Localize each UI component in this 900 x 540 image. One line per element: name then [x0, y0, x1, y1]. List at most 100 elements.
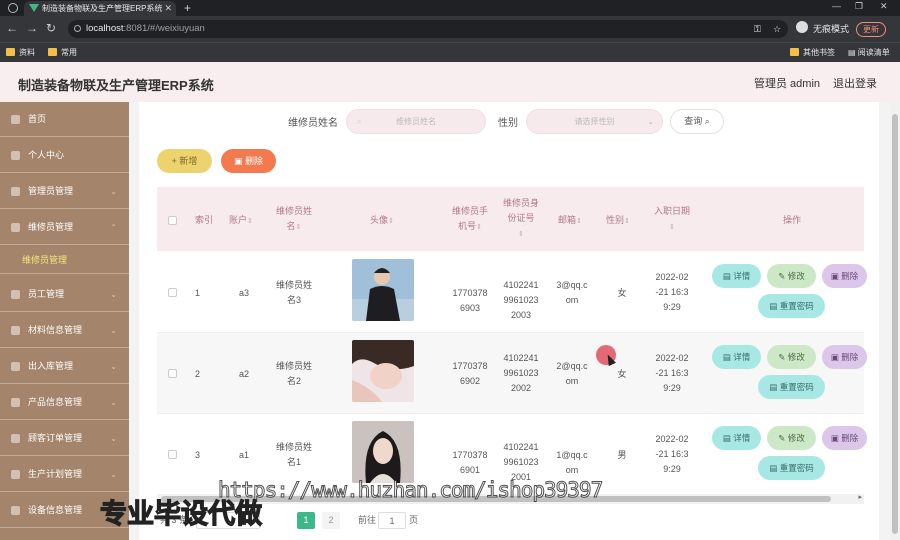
pager-goto-input[interactable]: 1 [378, 512, 406, 529]
sidebar-item-products[interactable]: 产品信息管理 ⌄ [0, 385, 129, 420]
gender-select[interactable]: 请选择性别 ⌄ [526, 109, 663, 134]
sort-icon[interactable]: ⇕ [247, 218, 253, 225]
cell-name: 维修员姓 名1 [269, 440, 319, 470]
row-checkbox[interactable] [168, 369, 177, 378]
cell-idcard: 4102241 9961023 2003 [496, 278, 546, 323]
delete-button[interactable]: ▣ 删除 [822, 426, 867, 450]
new-tab-button[interactable]: + [184, 0, 191, 16]
row-checkbox[interactable] [168, 288, 177, 297]
tab-close-icon[interactable]: ✕ [164, 1, 172, 16]
cell-date: 2022-02 -21 16:3 9:29 [647, 432, 697, 477]
delete-button[interactable]: ▣ 删除 [822, 345, 867, 369]
sidebar-item-profile[interactable]: 个人中心 [0, 138, 129, 173]
vue-logo-icon [29, 4, 39, 12]
bookmark-folder[interactable]: 常用 [48, 47, 77, 58]
cell-email: 1@qq.c om [551, 448, 593, 478]
delete-button[interactable]: ▣ 删除 [822, 264, 867, 288]
sort-icon[interactable]: ⇕ [296, 224, 302, 231]
reset-password-button[interactable]: ▤ 重置密码 [758, 456, 825, 480]
col-idcard[interactable]: 维修员身 份证号 ⇕ [496, 196, 546, 242]
select-all-checkbox[interactable] [168, 216, 177, 225]
edit-button[interactable]: ✎ 修改 [767, 264, 816, 288]
sort-icon[interactable]: ⇕ [669, 224, 675, 231]
pencil-icon: ✎ [778, 352, 788, 362]
page-button-next[interactable]: 2 [322, 512, 340, 529]
window-close-icon[interactable]: ✕ [880, 1, 888, 12]
cell-phone-line1: 1770378 [452, 288, 488, 298]
col-phone[interactable]: 维修员手 机号⇕ [445, 204, 495, 235]
restore-icon[interactable]: ❐ [855, 1, 863, 12]
cell-idcard-line1: 4102241 [503, 280, 539, 290]
logout-link[interactable]: 退出登录 [833, 75, 877, 91]
detail-label: 详情 [733, 433, 751, 443]
col-account[interactable]: 账户⇕ [224, 213, 258, 229]
back-icon[interactable]: ← [6, 21, 18, 35]
cell-date-line2: -21 16:3 [655, 287, 689, 297]
batch-delete-button[interactable]: ▣ 删除 [221, 149, 276, 173]
minimize-icon[interactable]: — [832, 1, 841, 11]
incognito-icon[interactable] [796, 21, 808, 33]
sidebar-item-orders[interactable]: 顾客订单管理 ⌄ [0, 421, 129, 456]
page-vertical-scrollbar[interactable] [890, 102, 900, 540]
query-button[interactable]: 查询 ⌕ [670, 109, 724, 134]
sidebar-item-production[interactable]: 生产计划管理 ⌄ [0, 457, 129, 492]
sidebar-item-staff[interactable]: 员工管理 ⌄ [0, 277, 129, 312]
sort-icon[interactable]: ⇕ [576, 218, 582, 225]
edit-button[interactable]: ✎ 修改 [767, 426, 816, 450]
site-info-icon[interactable] [74, 25, 81, 32]
bookmark-star-icon[interactable]: ☆ [773, 20, 781, 38]
detail-button[interactable]: ▤ 详情 [712, 345, 761, 369]
reload-icon[interactable]: ↻ [46, 21, 56, 35]
trash-icon: ▣ [233, 156, 245, 166]
scroll-right-icon[interactable]: ▸ [858, 493, 862, 501]
browser-tab[interactable]: 制造装备物联及生产管理ERP系统 ✕ [24, 1, 176, 16]
col-gender[interactable]: 性别⇕ [601, 213, 635, 229]
folder-icon [6, 48, 15, 56]
reset-password-button[interactable]: ▤ 重置密码 [758, 294, 825, 318]
sidebar-item-materials[interactable]: 材料信息管理 ⌄ [0, 313, 129, 348]
sidebar-subitem-label: 维修员管理 [22, 255, 68, 265]
detail-button[interactable]: ▤ 详情 [712, 426, 761, 450]
sort-icon[interactable]: ⇕ [388, 218, 394, 225]
detail-button[interactable]: ▤ 详情 [712, 264, 761, 288]
sort-icon[interactable]: ⇕ [518, 231, 524, 238]
sort-icon[interactable]: ⇕ [476, 224, 482, 231]
col-gender-label: 性别 [606, 215, 625, 225]
cell-name: 维修员姓 名2 [269, 359, 319, 389]
sort-icon[interactable]: ⇕ [624, 218, 630, 225]
query-label: 查询 [684, 116, 703, 126]
cell-date-line2: -21 16:3 [655, 449, 689, 459]
sidebar-item-admins[interactable]: 管理员管理 ⌄ [0, 174, 129, 209]
forward-icon[interactable]: → [26, 21, 38, 35]
cell-email: 2@qq.c om [551, 359, 593, 389]
add-button[interactable]: + 新增 [157, 149, 212, 173]
cell-gender: 女 [617, 288, 627, 298]
cell-date-line1: 2022-02 [655, 272, 689, 282]
col-phone-line1: 维修员手 [451, 206, 488, 216]
col-name[interactable]: 维修员姓 名⇕ [269, 204, 319, 235]
cell-account: a1 [238, 450, 249, 460]
reading-list[interactable]: ▤ 阅读清单 [848, 47, 890, 58]
cell-date-line3: 9:29 [663, 464, 681, 474]
col-avatar[interactable]: 头像⇕ [357, 213, 407, 229]
sidebar-item-home[interactable]: 首页 [0, 102, 129, 137]
edit-button[interactable]: ✎ 修改 [767, 345, 816, 369]
cell-idcard-line2: 9961023 [503, 295, 539, 305]
bookmark-folder[interactable]: 资料 [6, 47, 35, 58]
update-button[interactable]: 更新 [856, 22, 886, 37]
key-icon[interactable]: ⚿ [754, 20, 761, 38]
menu-icon [11, 398, 20, 407]
sidebar-item-repairers[interactable]: 维修员管理 ⌃ [0, 210, 129, 245]
row-checkbox[interactable] [168, 450, 177, 459]
cell-idcard-line2: 9961023 [503, 368, 539, 378]
col-date[interactable]: 入职日期 ⇕ [647, 204, 697, 235]
sidebar-item-inventory[interactable]: 出入库管理 ⌄ [0, 349, 129, 384]
url-bar[interactable]: localhost:8081/#/weixiuyuan [68, 20, 788, 38]
sidebar-subitem-repairers[interactable]: 维修员管理 [0, 246, 129, 274]
col-email[interactable]: 邮箱⇕ [551, 213, 589, 229]
page-button-current[interactable]: 1 [297, 512, 315, 529]
scrollbar-thumb[interactable] [892, 114, 898, 534]
bookmark-folder[interactable]: 其他书签 [790, 47, 835, 58]
name-search-input[interactable]: ⌕ 维修员姓名 [346, 109, 486, 134]
reset-password-button[interactable]: ▤ 重置密码 [758, 375, 825, 399]
